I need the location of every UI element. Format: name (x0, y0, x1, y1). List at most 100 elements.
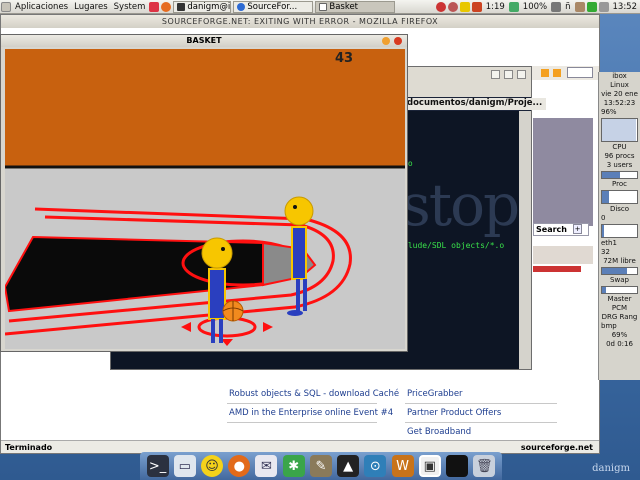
disk-value: 0 (601, 214, 606, 222)
link-amd-enterprise[interactable]: AMD in the Enterprise online Event #4 (229, 408, 393, 418)
task-firefox-label: SourceFor... (247, 1, 298, 12)
disk-label: Disco (609, 205, 630, 213)
blank-dock-slot[interactable] (446, 455, 469, 477)
battery-percent: 69% (611, 331, 628, 339)
bottom-dock: >_ ▭ ☺ ● ✉ ✱ ✎ ▲ ⊙ W ▣ 🗑 (140, 452, 502, 480)
basket-minimize-icon[interactable] (382, 37, 390, 45)
terminal-background-text: stop (401, 171, 519, 239)
search-engine-icon[interactable] (567, 67, 593, 78)
weather-icon[interactable] (435, 1, 446, 12)
user-tray-icon[interactable] (598, 1, 609, 12)
rss-icon-2[interactable] (553, 69, 561, 77)
menu-aplicaciones[interactable]: Aplicaciones (12, 2, 71, 12)
link-pricegrabber[interactable]: PriceGrabber (407, 389, 463, 399)
mixer-drg: DRG Rang (601, 313, 638, 321)
sysmon-date: vie 20 ene (601, 90, 638, 98)
score-counter: 43 (335, 51, 354, 66)
firefox-launcher-icon[interactable] (161, 1, 172, 12)
chat-dock-icon[interactable]: ✱ (282, 455, 305, 477)
terminal-path: documentos/danigm/Proje... (403, 98, 547, 110)
terminal-line: clude/SDL objects/*.o (403, 241, 505, 250)
terminal-close-icon[interactable] (517, 70, 526, 79)
gnome-foot-icon[interactable] (1, 1, 11, 12)
terminal-minimize-icon[interactable] (491, 70, 500, 79)
tomboy-icon[interactable] (471, 1, 482, 12)
proc-label: Proc (612, 180, 627, 188)
status-domain: sourceforge.net (520, 443, 593, 452)
basket-titlebar: BASKET (1, 35, 407, 47)
proc-graph (601, 190, 638, 204)
chat-tray-icon[interactable] (586, 1, 597, 12)
link-partner-offers[interactable]: Partner Product Offers (407, 408, 501, 418)
firefox-icon (237, 2, 246, 11)
menu-system[interactable]: System (111, 2, 149, 12)
gimp-tray-icon[interactable] (574, 1, 585, 12)
power-icon[interactable] (447, 1, 458, 12)
swap-label: Swap (610, 276, 629, 284)
page-strip-2 (533, 266, 581, 272)
top-panel: Aplicaciones Lugares System danigm@i... … (0, 0, 640, 14)
eth-value: 32 (601, 248, 610, 256)
system-monitor-panel: ibox Linux vie 20 ene 13:52:23 96% CPU 9… (598, 72, 640, 380)
gimp-dock-icon[interactable]: ✎ (309, 455, 332, 477)
cpu-label: CPU (612, 143, 627, 151)
launcher-icon[interactable] (149, 1, 160, 12)
sysmon-host: ibox (612, 72, 627, 80)
terminal-dock-icon[interactable]: >_ (146, 455, 169, 477)
inkscape-dock-icon[interactable]: ▲ (337, 455, 360, 477)
task-basket-label: Basket (329, 1, 359, 12)
divider (405, 422, 557, 423)
firefox-toolbar-right (531, 66, 599, 80)
link-get-broadband[interactable]: Get Broadband (407, 427, 471, 437)
trash-dock-icon[interactable]: 🗑 (473, 455, 496, 477)
battery-status[interactable]: 100% (520, 2, 550, 12)
menu-lugares[interactable]: Lugares (71, 2, 111, 12)
court-svg (5, 49, 405, 349)
basket-title: BASKET (186, 36, 222, 45)
wolf-dock-icon[interactable]: W (391, 455, 414, 477)
panel-clock[interactable]: 1:19 (483, 2, 508, 12)
mixer-bmp: bmp (601, 322, 617, 330)
task-firefox[interactable]: SourceFor... (233, 0, 314, 13)
lock-dock-icon[interactable]: ⊙ (364, 455, 387, 477)
desktop-label: danigm (592, 463, 630, 474)
link-robust-objects[interactable]: Robust objects & SQL - download Caché (229, 389, 399, 399)
court-wall (5, 49, 405, 167)
disk-graph (601, 224, 638, 238)
top-clock[interactable]: 13:52 (610, 2, 640, 12)
terminal-icon (177, 2, 186, 11)
divider (227, 403, 377, 404)
task-terminal[interactable]: danigm@i... (173, 0, 232, 13)
page-banner (533, 118, 593, 226)
basket-close-icon[interactable] (394, 37, 402, 45)
search-add-button[interactable]: + (573, 224, 582, 234)
terminal-scrollbar[interactable] (519, 111, 531, 369)
smiley-dock-icon[interactable]: ☺ (201, 455, 224, 477)
updates-icon[interactable] (459, 1, 470, 12)
mem-bar (601, 267, 638, 275)
firefox-dock-icon[interactable]: ● (228, 455, 251, 477)
task-terminal-label: danigm@i... (187, 1, 231, 12)
swap-bar (601, 286, 638, 294)
eth-label: eth1 (601, 239, 617, 247)
mail-dock-icon[interactable]: ✉ (255, 455, 278, 477)
basket-window: BASKET 43 (0, 34, 408, 352)
page-strip (533, 246, 593, 264)
divider (405, 403, 557, 404)
basket-game-canvas[interactable]: 43 (5, 49, 405, 349)
basket-dock-icon[interactable]: ▣ (418, 455, 441, 477)
monitor-dock-icon[interactable]: ▭ (173, 455, 196, 477)
task-basket[interactable]: Basket (315, 0, 396, 13)
keyboard-layout[interactable]: ñ (562, 2, 573, 12)
proc-bar (601, 171, 638, 179)
rss-icon[interactable] (541, 69, 549, 77)
sysmon-procs: 96 procs (604, 152, 635, 160)
uptime: 0d 0:16 (606, 340, 633, 348)
network-icon[interactable] (508, 1, 519, 12)
mixer-master: Master (607, 295, 632, 303)
volume-icon[interactable] (551, 1, 562, 12)
sysmon-load: 96% (601, 108, 617, 116)
divider (227, 422, 377, 423)
mem-free: 72M libre (603, 257, 636, 265)
terminal-maximize-icon[interactable] (504, 70, 513, 79)
